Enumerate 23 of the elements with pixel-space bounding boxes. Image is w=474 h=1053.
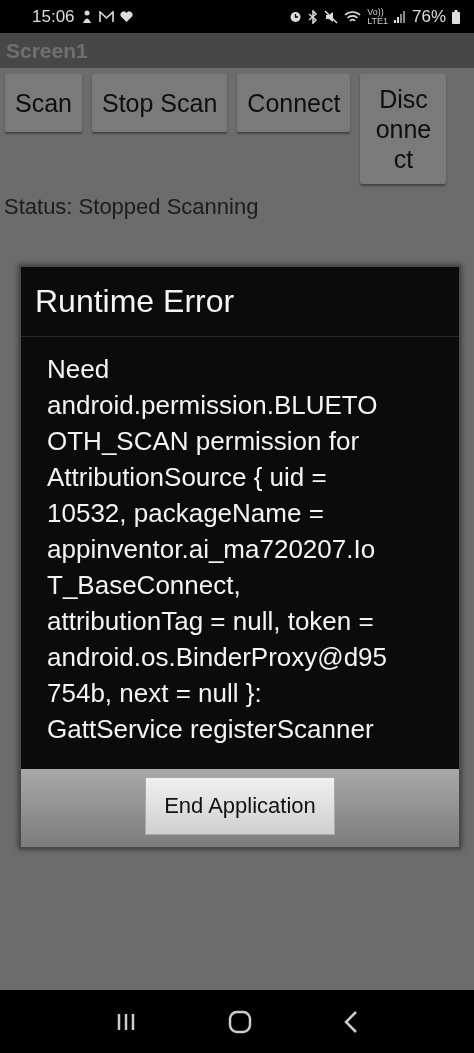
app-button[interactable]: Scan [5,74,82,132]
mute-icon [324,9,339,24]
battery-percent: 76% [411,6,446,27]
clock-time: 15:06 [32,6,75,27]
recent-apps-icon[interactable] [116,1012,136,1031]
figure-icon [80,9,93,24]
app-button[interactable]: Connect [237,74,351,132]
app-button[interactable]: Stop Scan [92,74,228,132]
dialog-title: Runtime Error [21,267,459,337]
signal-icon [393,10,406,23]
app-button[interactable]: Disc onne ct [360,74,447,184]
mail-icon [98,10,114,23]
home-icon[interactable] [228,1009,252,1034]
heart-icon [119,10,133,23]
end-application-button[interactable]: End Application [145,777,335,835]
status-label: Status: Stopped Scanning [3,193,260,220]
back-icon[interactable] [344,1010,358,1033]
battery-icon [452,9,460,24]
wifi-icon [344,9,362,24]
error-message: Need android.permission.BLUETOOTH_SCAN permission for AttributionSource { uid = 10532, packageName = appinventor.ai_ma720207.IoT_BaseConnect, attributionTag = null, token = android.os.BinderProxy@d95754b, next = null }: GattService registerScanner [46,353,389,746]
network-label: Vo)) LTE1 [367,7,388,26]
bluetooth-icon [308,9,319,24]
alarm-icon [289,10,303,23]
